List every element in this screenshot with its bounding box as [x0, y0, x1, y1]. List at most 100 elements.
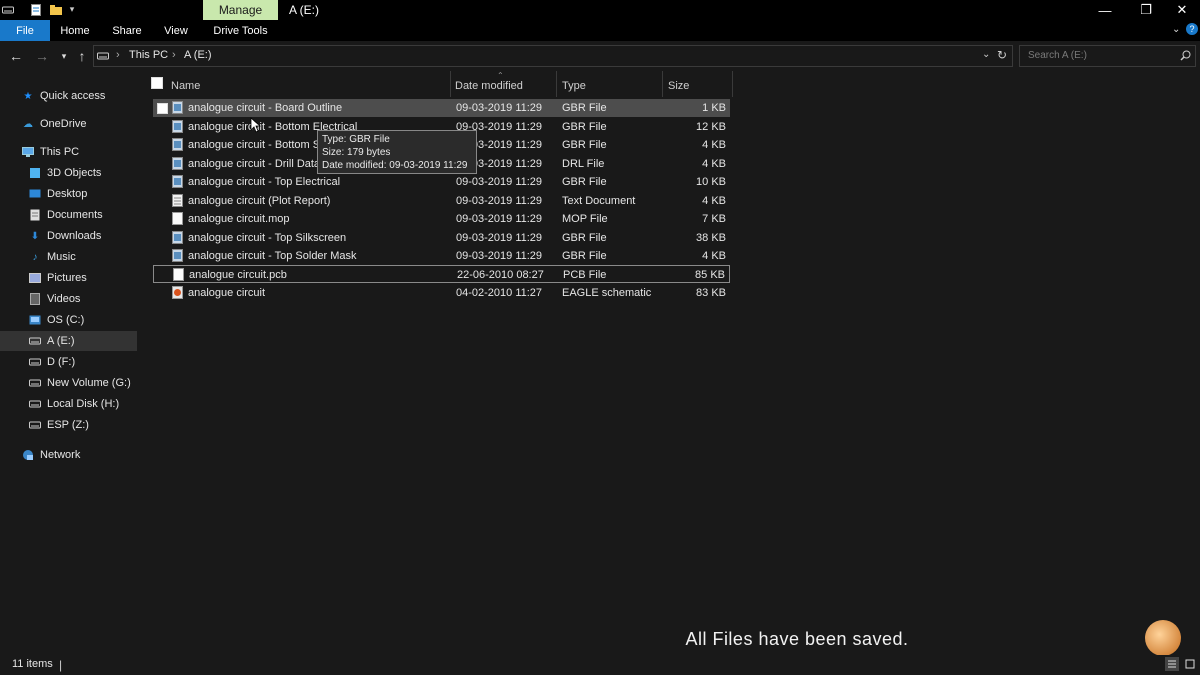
desktop-icon: [29, 188, 41, 200]
breadcrumb-a-drive[interactable]: A (E:): [184, 49, 212, 61]
videos-icon: [29, 293, 41, 305]
select-all-checkbox[interactable]: [151, 77, 163, 89]
file-size: 4 KB: [702, 195, 726, 207]
file-size: 38 KB: [696, 232, 726, 244]
file-size: 4 KB: [702, 139, 726, 151]
nav-item-d-f[interactable]: D (F:): [0, 352, 137, 372]
nav-item-new-volume-g[interactable]: New Volume (G:): [0, 373, 137, 393]
tab-manage[interactable]: Manage: [203, 0, 278, 20]
file-type: GBR File: [562, 121, 607, 133]
drive-icon: [29, 398, 41, 410]
search-box[interactable]: Search A (E:): [1019, 45, 1196, 67]
forward-button[interactable]: →: [33, 47, 51, 65]
minimize-button[interactable]: —: [1085, 0, 1125, 20]
file-name: analogue circuit - Top Silkscreen: [188, 232, 347, 244]
file-type: PCB File: [563, 269, 607, 281]
nav-item-esp-z[interactable]: ESP (Z:): [0, 415, 137, 435]
large-icons-view-button[interactable]: [1183, 657, 1197, 671]
cube-icon: [29, 167, 41, 179]
tab-view[interactable]: View: [154, 20, 198, 41]
help-icon[interactable]: ?: [1186, 23, 1198, 35]
nav-item-3d-objects[interactable]: 3D Objects: [0, 163, 137, 183]
back-button[interactable]: ←: [7, 47, 25, 65]
file-row[interactable]: analogue circuit - Top Solder Mask 09-03…: [153, 247, 730, 265]
nav-item-label: New Volume (G:): [47, 377, 131, 389]
nav-item-label: A (E:): [47, 335, 75, 347]
nav-item-this-pc[interactable]: This PC: [0, 142, 137, 162]
nav-item-label: Desktop: [47, 188, 88, 200]
column-header-type[interactable]: Type: [562, 75, 586, 97]
file-row[interactable]: analogue circuit.pcb 22-06-2010 08:27 PC…: [153, 265, 730, 283]
tab-drive-tools[interactable]: Drive Tools: [203, 20, 278, 41]
nav-item-a-e[interactable]: A (E:): [0, 331, 137, 351]
nav-item-desktop[interactable]: Desktop: [0, 184, 137, 204]
file-type: GBR File: [562, 250, 607, 262]
row-checkbox[interactable]: [157, 103, 168, 114]
title-bar: ▾ Manage A (E:) — ❐ ✕: [0, 0, 1200, 20]
column-divider[interactable]: [732, 71, 733, 97]
breadcrumb-this-pc[interactable]: This PC: [129, 49, 168, 61]
channel-logo: [1145, 620, 1181, 656]
address-toolbar: ← → ▾ ↑ › This PC › A (E:) ⌄ ↻ Search A …: [0, 41, 1200, 71]
details-view-button[interactable]: [1165, 657, 1179, 671]
tab-share[interactable]: Share: [104, 20, 150, 41]
file-row[interactable]: analogue circuit - Top Electrical 09-03-…: [153, 173, 730, 191]
cloud-icon: ☁: [23, 118, 33, 130]
restore-button[interactable]: ❐: [1126, 0, 1166, 20]
drive-icon: [29, 377, 41, 389]
file-row[interactable]: analogue circuit - Board Outline 09-03-2…: [153, 99, 730, 117]
nav-item-label: Network: [40, 449, 81, 461]
nav-item-downloads[interactable]: ⬇ Downloads: [0, 226, 137, 246]
new-folder-icon[interactable]: [50, 3, 62, 16]
expand-ribbon-icon[interactable]: ⌄: [1172, 24, 1180, 35]
refresh-icon[interactable]: ↻: [997, 48, 1007, 62]
star-icon: ★: [23, 90, 33, 102]
nav-item-label: ESP (Z:): [47, 419, 89, 431]
file-name: analogue circuit (Plot Report): [188, 195, 331, 207]
nav-item-local-disk-h[interactable]: Local Disk (H:): [0, 394, 137, 414]
gbr-file-icon: [172, 175, 183, 188]
file-row[interactable]: analogue circuit - Top Silkscreen 09-03-…: [153, 229, 730, 247]
tab-file[interactable]: File: [0, 20, 50, 41]
file-row[interactable]: analogue circuit.mop 09-03-2019 11:29 MO…: [153, 210, 730, 228]
address-dropdown-chevron-icon[interactable]: ⌄: [982, 49, 990, 60]
properties-icon[interactable]: [30, 3, 42, 16]
gbr-file-icon: [172, 231, 183, 244]
gbr-file-icon: [172, 138, 183, 151]
column-header-name[interactable]: Name: [171, 75, 200, 97]
file-type: GBR File: [562, 176, 607, 188]
address-bar[interactable]: › This PC › A (E:) ⌄ ↻: [93, 45, 1013, 67]
tooltip-size: Size: 179 bytes: [322, 147, 391, 158]
item-count: 11 items: [12, 658, 53, 670]
nav-item-videos[interactable]: Videos: [0, 289, 137, 309]
nav-item-quick-access[interactable]: ★ Quick access: [0, 86, 137, 106]
nav-item-pictures[interactable]: Pictures: [0, 268, 137, 288]
chevron-down-icon[interactable]: ▾: [66, 3, 78, 16]
gbr-file-icon: [172, 249, 183, 262]
tab-home[interactable]: Home: [52, 20, 98, 41]
close-button[interactable]: ✕: [1162, 0, 1200, 20]
up-button[interactable]: ↑: [73, 47, 91, 65]
nav-item-music[interactable]: ♪ Music: [0, 247, 137, 267]
recent-locations-chevron-icon[interactable]: ▾: [55, 47, 73, 65]
column-divider[interactable]: [662, 71, 663, 97]
status-divider: |: [59, 658, 63, 672]
text-document-icon: [172, 194, 183, 207]
nav-item-documents[interactable]: Documents: [0, 205, 137, 225]
nav-item-os-c[interactable]: OS (C:): [0, 310, 137, 330]
file-row[interactable]: analogue circuit 04-02-2010 11:27 EAGLE …: [153, 284, 730, 302]
search-icon[interactable]: [1180, 50, 1191, 61]
nav-item-onedrive[interactable]: ☁ OneDrive: [0, 114, 137, 134]
nav-item-label: 3D Objects: [47, 167, 102, 179]
nav-item-label: Downloads: [47, 230, 102, 242]
column-divider[interactable]: [556, 71, 557, 97]
column-header-date-modified[interactable]: Date modified: [455, 75, 523, 97]
column-divider[interactable]: [450, 71, 451, 97]
pictures-icon: [29, 272, 41, 284]
file-tooltip: Type: GBR File Size: 179 bytes Date modi…: [317, 130, 477, 174]
file-row[interactable]: analogue circuit (Plot Report) 09-03-201…: [153, 192, 730, 210]
file-name: analogue circuit: [188, 287, 266, 299]
mouse-cursor-icon: [250, 117, 261, 133]
nav-item-network[interactable]: Network: [0, 445, 137, 465]
column-header-size[interactable]: Size: [668, 75, 689, 97]
